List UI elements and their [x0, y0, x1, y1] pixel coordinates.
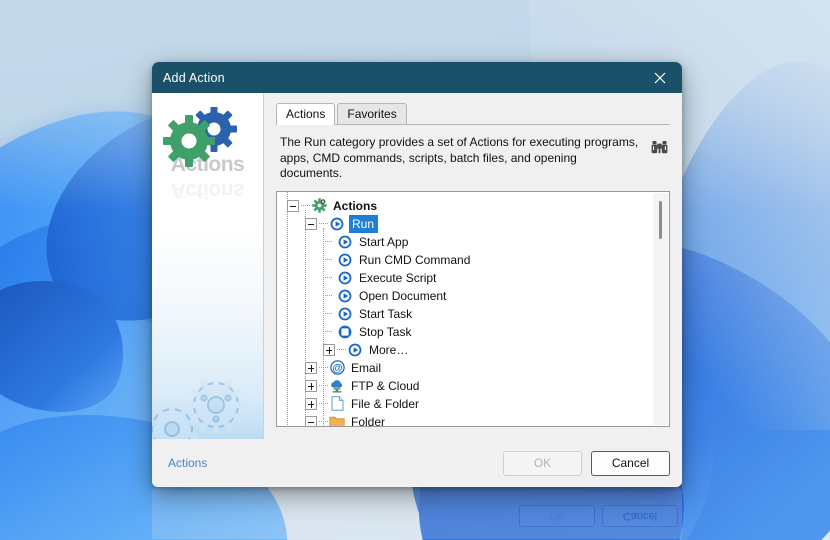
play-icon — [337, 252, 353, 268]
expand-icon[interactable] — [323, 343, 335, 356]
tree-connector — [323, 241, 332, 242]
description-text: The Run category provides a set of Actio… — [280, 135, 639, 180]
gear-icon — [311, 198, 327, 214]
expand-icon[interactable] — [305, 379, 317, 392]
tree-item-email[interactable]: @ Email — [283, 359, 669, 377]
dialog-title: Add Action — [163, 70, 225, 85]
tree-item-more[interactable]: More… — [283, 341, 669, 359]
category-description: The Run category provides a set of Actio… — [276, 125, 670, 191]
tree-item-start-task[interactable]: Start Task — [283, 305, 669, 323]
tree-connector — [337, 349, 346, 350]
tree-item-label: Email — [351, 360, 382, 375]
tree-item-start-app[interactable]: Start App — [283, 233, 669, 251]
decorative-gears-icon — [152, 376, 262, 439]
dialog-footer: Actions OK Cancel — [152, 439, 682, 487]
tree-item-label: Run CMD Command — [359, 252, 471, 267]
cloud-icon — [329, 378, 345, 394]
collapse-icon[interactable] — [305, 415, 317, 426]
tree-item-actions[interactable]: Actions — [283, 197, 669, 215]
tree-item-label: FTP & Cloud — [351, 378, 420, 393]
collapse-icon[interactable] — [287, 199, 299, 212]
tree-connector — [323, 259, 332, 260]
actions-logo: Actions Actions — [156, 106, 260, 202]
dialog-titlebar[interactable]: Add Action — [152, 62, 682, 93]
tree-connector — [301, 205, 310, 206]
content-panel: Actions Favorites The Run category provi… — [264, 93, 682, 439]
tree-item-label: More… — [369, 342, 409, 357]
cancel-button[interactable]: Cancel — [591, 450, 670, 476]
at-sign-icon: @ — [329, 360, 345, 376]
tree-item-open-document[interactable]: Open Document — [283, 287, 669, 305]
tree-item-label: Open Document — [359, 288, 447, 303]
actions-wordmark-reflection: Actions — [170, 179, 245, 202]
play-icon — [337, 288, 353, 304]
close-icon[interactable] — [638, 62, 682, 93]
tree-guide-line — [287, 191, 288, 426]
tree-connector — [323, 277, 332, 278]
tree-item-label: File & Folder — [351, 396, 420, 411]
play-icon — [347, 342, 363, 358]
tree-item-run[interactable]: Run — [283, 214, 669, 233]
tree-scrollbar-thumb[interactable] — [659, 200, 662, 239]
tree-item-label: Execute Script — [359, 270, 437, 285]
stop-icon — [337, 324, 353, 340]
expand-icon[interactable] — [305, 361, 317, 374]
play-icon — [337, 234, 353, 250]
tree-connector — [323, 313, 332, 314]
tree-connector — [323, 295, 332, 296]
tree-item-run-cmd-command[interactable]: Run CMD Command — [283, 251, 669, 269]
ok-button[interactable]: OK — [503, 450, 582, 476]
dialog-body: Actions Actions Actions Favorites The Ru… — [152, 93, 682, 439]
gears-logo-icon — [156, 106, 260, 169]
tree-item-folder[interactable]: Folder — [283, 413, 669, 427]
tree-guide-line — [305, 209, 306, 426]
tree-item-label: Actions — [333, 198, 378, 213]
collapse-icon[interactable] — [305, 217, 317, 230]
tree-item-label: Run — [349, 214, 379, 233]
actions-link[interactable]: Actions — [164, 456, 207, 470]
binoculars-icon[interactable] — [648, 137, 670, 157]
tabstrip: Actions Favorites — [276, 103, 670, 125]
tree-item-file-folder[interactable]: File & Folder — [283, 395, 669, 413]
tab-actions[interactable]: Actions — [276, 103, 336, 125]
tree-item-execute-script[interactable]: Execute Script — [283, 269, 669, 287]
tree-nodes: Actions Run Start App Run CMD Command Execut… — [277, 191, 669, 427]
tree-item-label: Start App — [359, 234, 409, 249]
tree-connector — [319, 223, 328, 224]
document-icon — [329, 396, 345, 412]
tree-item-stop-task[interactable]: Stop Task — [283, 323, 669, 341]
tree-item-label: Start Task — [359, 306, 413, 321]
tree-item-label: Folder — [351, 414, 386, 427]
tree-guide-line — [323, 227, 324, 426]
expand-icon[interactable] — [305, 397, 317, 410]
play-icon — [329, 216, 345, 232]
tree-item-ftp-cloud[interactable]: FTP & Cloud — [283, 377, 669, 395]
folder-icon — [329, 414, 345, 426]
tree-item-label: Stop Task — [359, 324, 412, 339]
tab-favorites[interactable]: Favorites — [337, 103, 407, 124]
play-icon — [337, 270, 353, 286]
play-icon — [337, 306, 353, 322]
actions-tree[interactable]: Actions Run Start App Run CMD Command Execut… — [276, 190, 670, 427]
branding-panel: Actions Actions — [152, 93, 264, 439]
svg-text:@: @ — [332, 362, 342, 374]
add-action-dialog: Add Action Actions Actions Actions Favor… — [152, 62, 682, 487]
tree-scrollbar[interactable] — [653, 192, 668, 425]
footer-buttons: OK Cancel — [503, 450, 670, 476]
tree-connector — [323, 331, 332, 332]
